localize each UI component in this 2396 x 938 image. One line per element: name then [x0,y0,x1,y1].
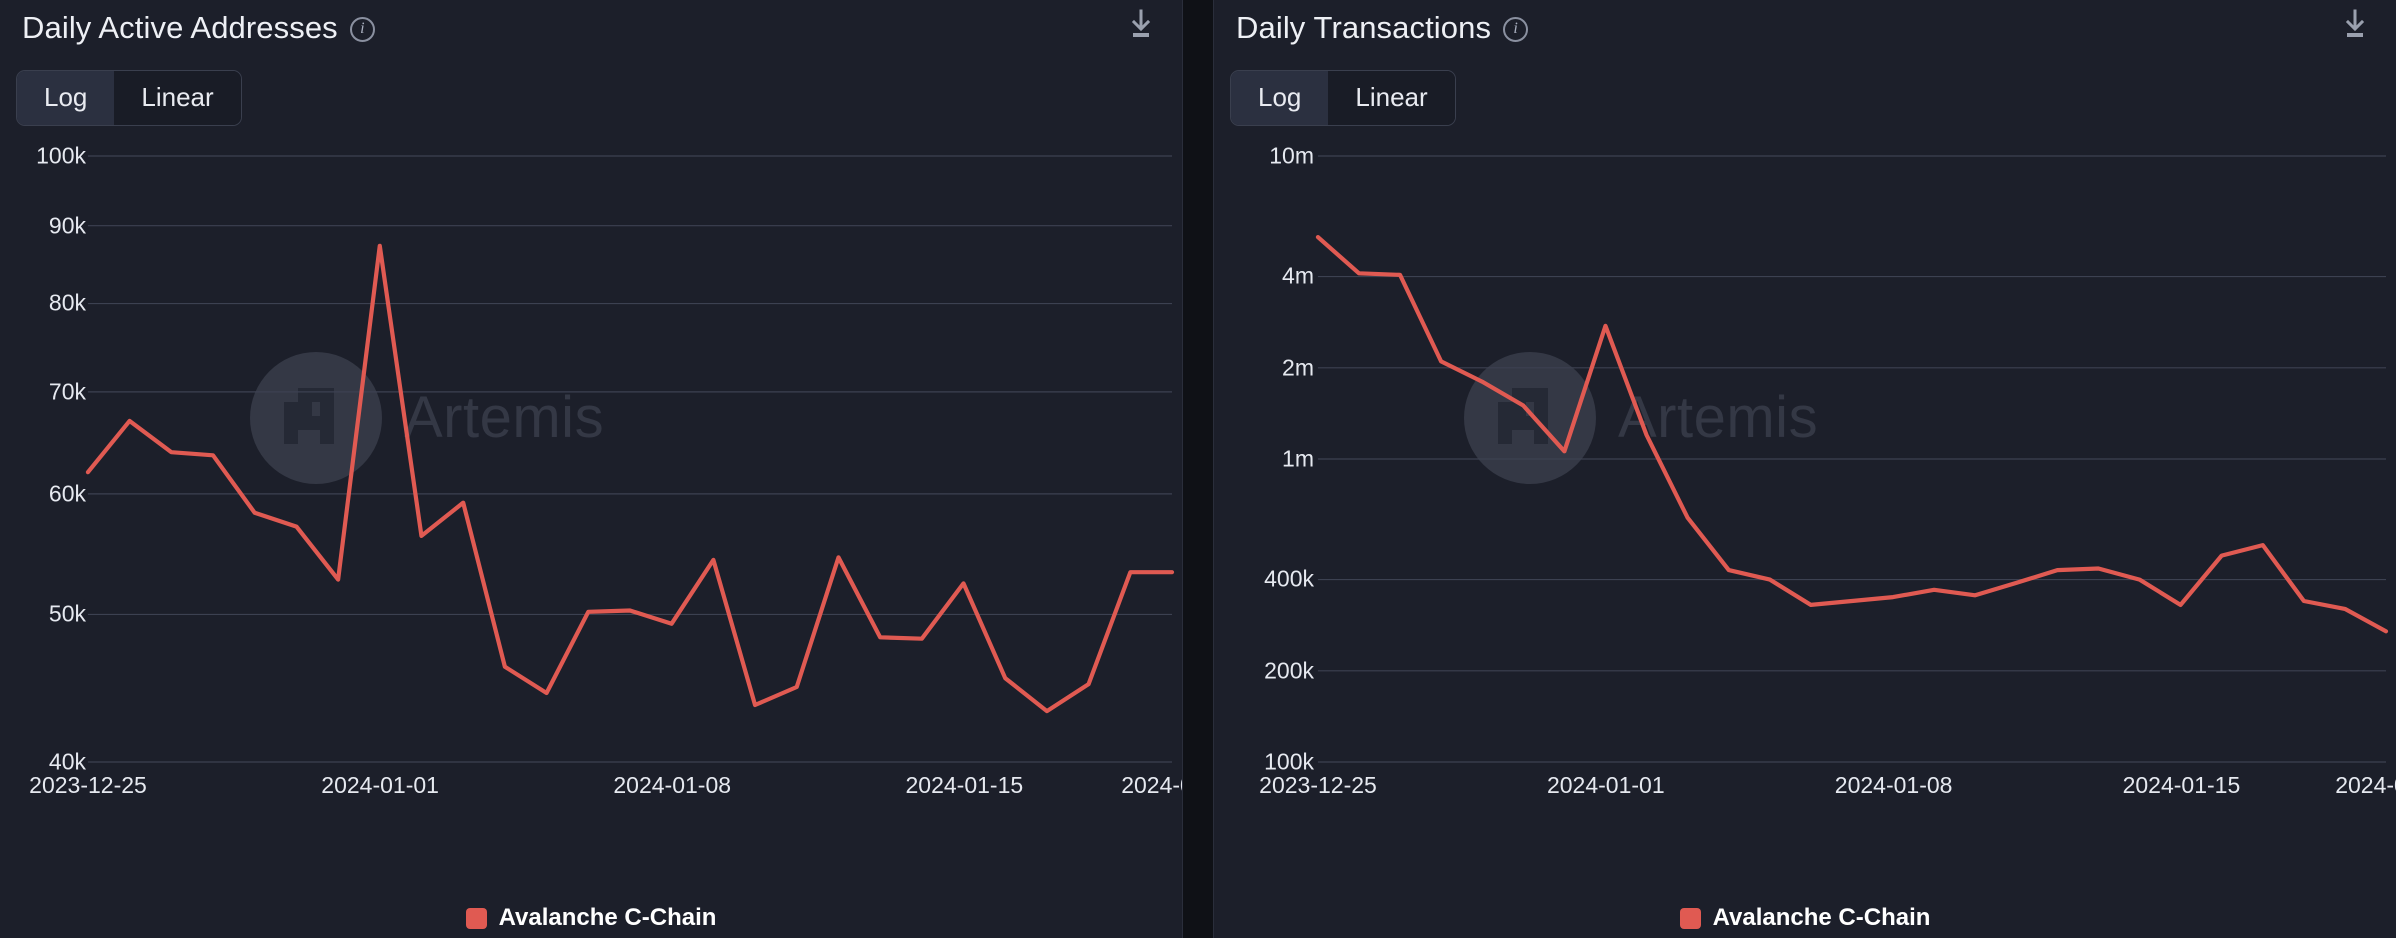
chart-canvas-left [0,142,1182,812]
title-row: Daily Active Addresses i [22,10,375,46]
panel-divider [1183,0,1213,938]
chart-canvas-right [1214,142,2396,812]
page-title: Daily Transactions [1236,10,1491,46]
x-axis-tick-label: 2024-01-15 [2123,772,2241,799]
scale-toggle-right[interactable]: Log Linear [1230,70,1456,126]
toggle-option-linear[interactable]: Linear [1328,71,1454,125]
title-row: Daily Transactions i [1236,10,1528,46]
x-axis-tick-label: 2023-12-25 [1259,772,1377,799]
panel-header: Daily Transactions i [1214,0,2396,56]
x-axis-tick-label: 2024-01-01 [1547,772,1665,799]
legend-swatch [466,908,487,929]
plot-area-right: 10m4m2m1m400k200k100k Artemis [1214,142,2396,812]
download-icon[interactable] [1126,8,1156,40]
plot-area-left: 100k90k80k70k60k50k40k Artemi [0,142,1182,812]
panel-header: Daily Active Addresses i [0,0,1182,56]
x-axis-right: 2023-12-25 2024-01-01 2024-01-08 2024-01-15… [1214,772,2396,806]
x-axis-tick-label: 2024-01... [1121,772,1183,799]
x-axis-tick-label: 2024-01... [2335,772,2396,799]
x-axis-tick-label: 2024-01-01 [321,772,439,799]
toggle-option-log[interactable]: Log [17,71,114,125]
panel-daily-transactions: Daily Transactions i Log Linear 10m4m2m1… [1213,0,2396,938]
x-axis-tick-label: 2024-01-08 [1835,772,1953,799]
scale-toggle-left[interactable]: Log Linear [16,70,242,126]
page-title: Daily Active Addresses [22,10,338,46]
x-axis-tick-label: 2024-01-08 [613,772,731,799]
x-axis-tick-label: 2023-12-25 [29,772,147,799]
chart-legend-right: Avalanche C-Chain [1214,904,2396,932]
legend-label: Avalanche C-Chain [1713,904,1931,932]
x-axis-left: 2023-12-25 2024-01-01 2024-01-08 2024-01-15… [0,772,1182,806]
x-axis-tick-label: 2024-01-15 [906,772,1024,799]
panel-daily-active-addresses: Daily Active Addresses i Log Linear 100k… [0,0,1183,938]
legend-swatch [1680,908,1701,929]
info-icon[interactable]: i [350,17,375,42]
legend-label: Avalanche C-Chain [499,904,717,932]
info-icon[interactable]: i [1503,17,1528,42]
charts-board: Daily Active Addresses i Log Linear 100k… [0,0,2396,938]
toggle-option-linear[interactable]: Linear [114,71,240,125]
download-icon[interactable] [2340,8,2370,40]
toggle-option-log[interactable]: Log [1231,71,1328,125]
chart-legend-left: Avalanche C-Chain [0,904,1182,932]
